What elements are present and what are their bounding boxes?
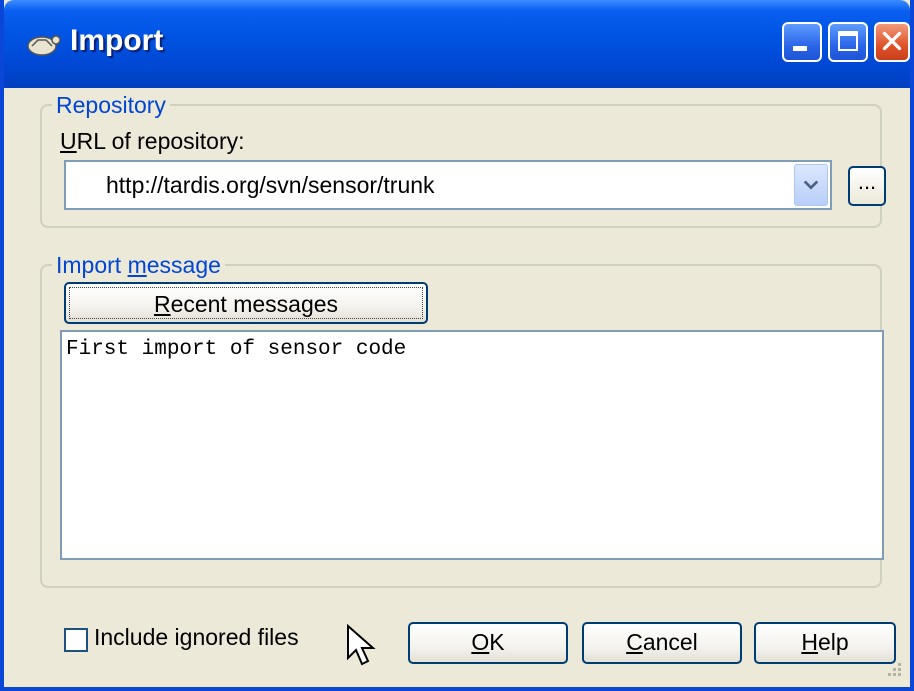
- close-button[interactable]: [874, 22, 910, 62]
- url-value: http://tardis.org/svn/sensor/trunk: [106, 172, 435, 198]
- message-textarea[interactable]: First import of sensor code: [60, 330, 884, 560]
- minimize-button[interactable]: [782, 22, 822, 62]
- import-dialog: Import Repository URL of repository: htt…: [0, 0, 914, 691]
- ok-button[interactable]: OK: [408, 622, 568, 664]
- resize-grip-icon[interactable]: [884, 661, 904, 681]
- include-ignored-checkbox[interactable]: [64, 628, 88, 652]
- repository-legend: Repository: [52, 92, 170, 119]
- recent-messages-button[interactable]: Recent messages: [64, 282, 428, 324]
- window-title: Import: [70, 24, 164, 57]
- close-icon: [882, 31, 902, 51]
- maximize-icon: [838, 31, 858, 51]
- mouse-cursor-icon: [347, 624, 376, 666]
- browse-button[interactable]: ...: [848, 166, 886, 206]
- url-combobox[interactable]: http://tardis.org/svn/sensor/trunk: [64, 160, 832, 210]
- url-dropdown-button[interactable]: [794, 164, 828, 206]
- import-message-legend: Import message: [52, 252, 225, 279]
- chevron-down-icon: [803, 180, 819, 190]
- include-ignored-label[interactable]: Include ignored files: [94, 624, 299, 651]
- message-text: First import of sensor code: [66, 338, 407, 361]
- url-label: URL of repository:: [60, 128, 245, 154]
- cancel-button[interactable]: Cancel: [582, 622, 742, 664]
- maximize-button[interactable]: [828, 22, 868, 62]
- help-button[interactable]: Help: [754, 622, 896, 664]
- turtle-icon: [27, 35, 61, 56]
- title-bar[interactable]: Import: [4, 0, 910, 88]
- recent-messages-focus: Recent messages: [69, 287, 423, 319]
- minimize-icon: [793, 46, 807, 51]
